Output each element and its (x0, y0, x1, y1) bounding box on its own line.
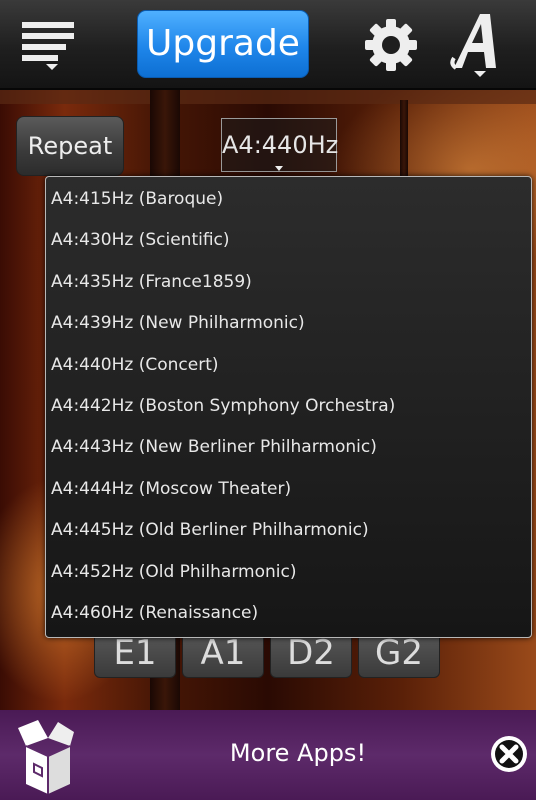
tuning-option-442[interactable]: A4:442Hz (Boston Symphony Orchestra) (46, 384, 531, 425)
gear-icon[interactable] (358, 16, 424, 74)
font-a-icon[interactable] (446, 8, 516, 78)
tuning-select[interactable]: A4:440Hz (221, 118, 338, 172)
tuning-option-445[interactable]: A4:445Hz (Old Berliner Philharmonic) (46, 508, 531, 549)
shelf-strip (0, 90, 536, 104)
tuning-option-415[interactable]: A4:415Hz (Baroque) (46, 177, 531, 218)
tuning-option-443[interactable]: A4:443Hz (New Berliner Philharmonic) (46, 425, 531, 466)
more-apps-banner[interactable]: More Apps! (0, 710, 536, 800)
tuning-option-440[interactable]: A4:440Hz (Concert) (46, 343, 531, 384)
menu-lines-icon[interactable] (22, 20, 82, 70)
more-apps-label[interactable]: More Apps! (0, 710, 536, 800)
tuning-option-435[interactable]: A4:435Hz (France1859) (46, 260, 531, 301)
repeat-button[interactable]: Repeat (16, 116, 124, 176)
tuning-option-460[interactable]: A4:460Hz (Renaissance) (46, 591, 531, 632)
dropdown-caret-icon (275, 166, 283, 171)
tuning-dropdown-list: A4:415Hz (Baroque) A4:430Hz (Scientific)… (45, 176, 532, 638)
tuning-option-444[interactable]: A4:444Hz (Moscow Theater) (46, 467, 531, 508)
upgrade-button[interactable]: Upgrade (137, 10, 309, 78)
tuning-option-430[interactable]: A4:430Hz (Scientific) (46, 218, 531, 259)
close-icon[interactable] (489, 734, 529, 774)
tuning-option-452[interactable]: A4:452Hz (Old Philharmonic) (46, 550, 531, 591)
top-toolbar: Upgrade (0, 0, 536, 90)
tuning-option-439[interactable]: A4:439Hz (New Philharmonic) (46, 301, 531, 342)
